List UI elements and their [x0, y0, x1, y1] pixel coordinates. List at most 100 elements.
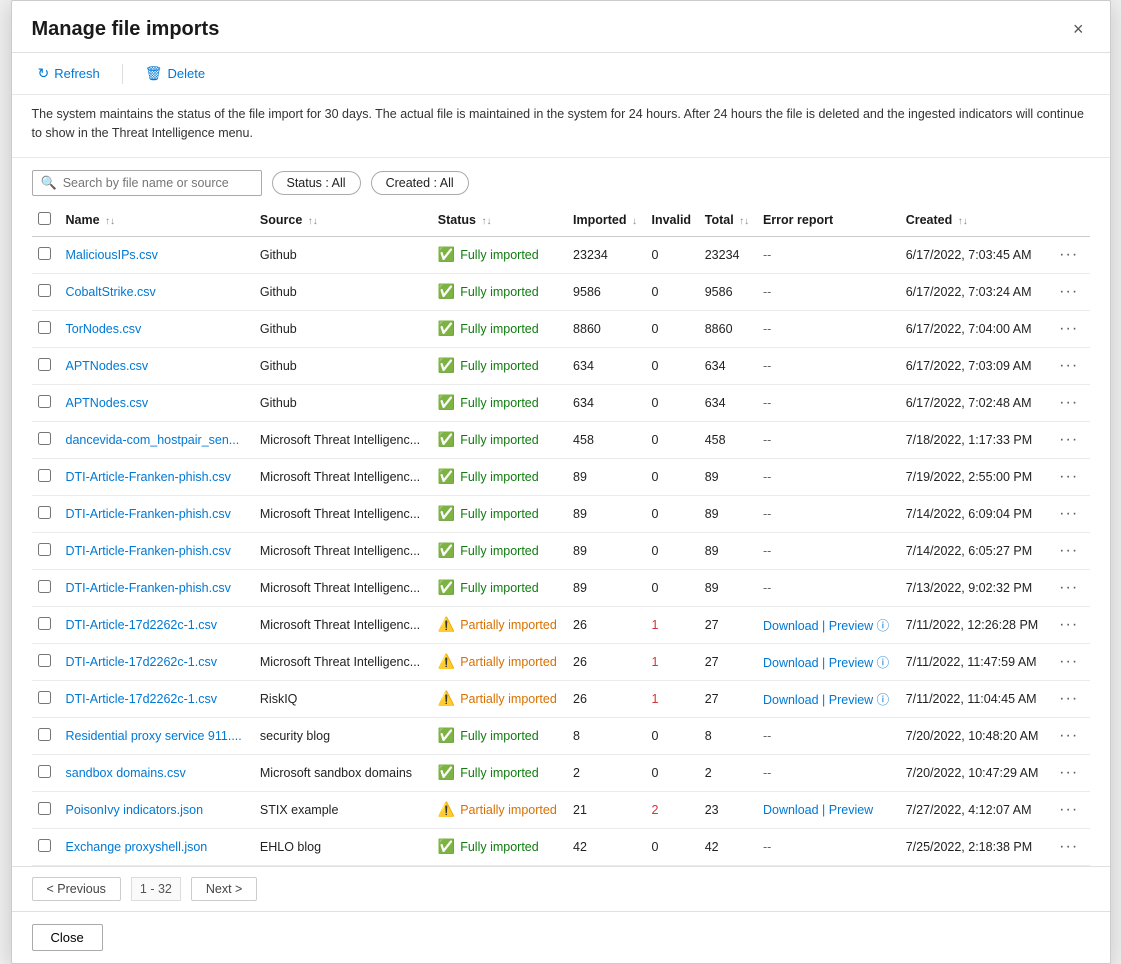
col-total[interactable]: Total ↑↓ — [699, 204, 757, 237]
row-checkbox-cell[interactable] — [32, 532, 60, 569]
row-actions-cell[interactable]: ··· — [1049, 791, 1089, 828]
row-total: 634 — [699, 347, 757, 384]
select-all-header[interactable] — [32, 204, 60, 237]
row-actions-cell[interactable]: ··· — [1049, 532, 1089, 569]
row-more-actions-button[interactable]: ··· — [1055, 244, 1082, 266]
row-more-actions-button[interactable]: ··· — [1055, 799, 1082, 821]
row-actions-cell[interactable]: ··· — [1049, 717, 1089, 754]
row-more-actions-button[interactable]: ··· — [1055, 318, 1082, 340]
search-input[interactable] — [63, 176, 253, 190]
row-checkbox[interactable] — [38, 469, 51, 482]
row-checkbox-cell[interactable] — [32, 421, 60, 458]
row-more-actions-button[interactable]: ··· — [1055, 503, 1082, 525]
row-actions-cell[interactable]: ··· — [1049, 606, 1089, 643]
row-invalid: 2 — [645, 791, 698, 828]
row-error-report[interactable]: Download | Preview ⓘ — [757, 680, 900, 717]
col-imported[interactable]: Imported ↓ — [567, 204, 645, 237]
col-status[interactable]: Status ↑↓ — [432, 204, 567, 237]
row-checkbox-cell[interactable] — [32, 273, 60, 310]
row-checkbox[interactable] — [38, 284, 51, 297]
row-checkbox-cell[interactable] — [32, 791, 60, 828]
row-checkbox-cell[interactable] — [32, 606, 60, 643]
close-footer-button[interactable]: Close — [32, 924, 103, 951]
row-more-actions-button[interactable]: ··· — [1055, 614, 1082, 636]
row-checkbox[interactable] — [38, 358, 51, 371]
col-created[interactable]: Created ↑↓ — [900, 204, 1049, 237]
row-actions-cell[interactable]: ··· — [1049, 347, 1089, 384]
row-checkbox[interactable] — [38, 654, 51, 667]
row-checkbox-cell[interactable] — [32, 643, 60, 680]
row-more-actions-button[interactable]: ··· — [1055, 466, 1082, 488]
row-checkbox[interactable] — [38, 321, 51, 334]
row-more-actions-button[interactable]: ··· — [1055, 392, 1082, 414]
created-filter-button[interactable]: Created : All — [371, 171, 469, 195]
row-checkbox[interactable] — [38, 543, 51, 556]
error-report-link[interactable]: Download | Preview ⓘ — [763, 693, 889, 707]
col-name[interactable]: Name ↑↓ — [60, 204, 254, 237]
row-checkbox[interactable] — [38, 839, 51, 852]
row-more-actions-button[interactable]: ··· — [1055, 725, 1082, 747]
row-more-actions-button[interactable]: ··· — [1055, 836, 1082, 858]
row-checkbox[interactable] — [38, 765, 51, 778]
row-checkbox-cell[interactable] — [32, 347, 60, 384]
row-checkbox-cell[interactable] — [32, 310, 60, 347]
delete-button[interactable]: 🗑 Delete — [139, 61, 211, 86]
fully-imported-icon: ✅ — [438, 727, 455, 744]
row-error-report[interactable]: Download | Preview ⓘ — [757, 606, 900, 643]
row-checkbox-cell[interactable] — [32, 495, 60, 532]
error-report-link[interactable]: Download | Preview ⓘ — [763, 656, 889, 670]
refresh-button[interactable]: ↻ Refresh — [32, 61, 106, 86]
row-error-report[interactable]: Download | Preview ⓘ — [757, 643, 900, 680]
row-error-report: -- — [757, 532, 900, 569]
row-more-actions-button[interactable]: ··· — [1055, 577, 1082, 599]
row-more-actions-button[interactable]: ··· — [1055, 762, 1082, 784]
row-actions-cell[interactable]: ··· — [1049, 643, 1089, 680]
row-checkbox[interactable] — [38, 728, 51, 741]
previous-button[interactable]: < Previous — [32, 877, 121, 901]
row-more-actions-button[interactable]: ··· — [1055, 281, 1082, 303]
next-button[interactable]: Next > — [191, 877, 257, 901]
row-more-actions-button[interactable]: ··· — [1055, 651, 1082, 673]
close-icon-button[interactable]: × — [1067, 17, 1090, 42]
row-more-actions-button[interactable]: ··· — [1055, 429, 1082, 451]
row-checkbox-cell[interactable] — [32, 828, 60, 865]
row-actions-cell[interactable]: ··· — [1049, 828, 1089, 865]
row-error-report[interactable]: Download | Preview — [757, 791, 900, 828]
col-invalid[interactable]: Invalid — [645, 204, 698, 237]
row-actions-cell[interactable]: ··· — [1049, 754, 1089, 791]
row-invalid: 0 — [645, 347, 698, 384]
row-actions-cell[interactable]: ··· — [1049, 310, 1089, 347]
error-report-link[interactable]: Download | Preview ⓘ — [763, 619, 889, 633]
col-source[interactable]: Source ↑↓ — [254, 204, 432, 237]
row-checkbox-cell[interactable] — [32, 458, 60, 495]
row-actions-cell[interactable]: ··· — [1049, 236, 1089, 273]
row-checkbox-cell[interactable] — [32, 569, 60, 606]
row-checkbox-cell[interactable] — [32, 680, 60, 717]
row-more-actions-button[interactable]: ··· — [1055, 355, 1082, 377]
row-checkbox[interactable] — [38, 395, 51, 408]
error-report-link[interactable]: Download | Preview — [763, 803, 873, 817]
row-checkbox-cell[interactable] — [32, 384, 60, 421]
row-checkbox[interactable] — [38, 802, 51, 815]
row-actions-cell[interactable]: ··· — [1049, 384, 1089, 421]
row-more-actions-button[interactable]: ··· — [1055, 540, 1082, 562]
row-checkbox[interactable] — [38, 691, 51, 704]
row-actions-cell[interactable]: ··· — [1049, 458, 1089, 495]
row-actions-cell[interactable]: ··· — [1049, 273, 1089, 310]
row-actions-cell[interactable]: ··· — [1049, 421, 1089, 458]
row-checkbox[interactable] — [38, 506, 51, 519]
search-box[interactable]: 🔍 — [32, 170, 262, 196]
row-checkbox-cell[interactable] — [32, 236, 60, 273]
row-checkbox[interactable] — [38, 247, 51, 260]
row-checkbox-cell[interactable] — [32, 754, 60, 791]
row-actions-cell[interactable]: ··· — [1049, 569, 1089, 606]
row-actions-cell[interactable]: ··· — [1049, 680, 1089, 717]
row-checkbox[interactable] — [38, 617, 51, 630]
select-all-checkbox[interactable] — [38, 212, 51, 225]
row-more-actions-button[interactable]: ··· — [1055, 688, 1082, 710]
row-actions-cell[interactable]: ··· — [1049, 495, 1089, 532]
status-filter-button[interactable]: Status : All — [272, 171, 361, 195]
row-checkbox-cell[interactable] — [32, 717, 60, 754]
row-checkbox[interactable] — [38, 432, 51, 445]
row-checkbox[interactable] — [38, 580, 51, 593]
